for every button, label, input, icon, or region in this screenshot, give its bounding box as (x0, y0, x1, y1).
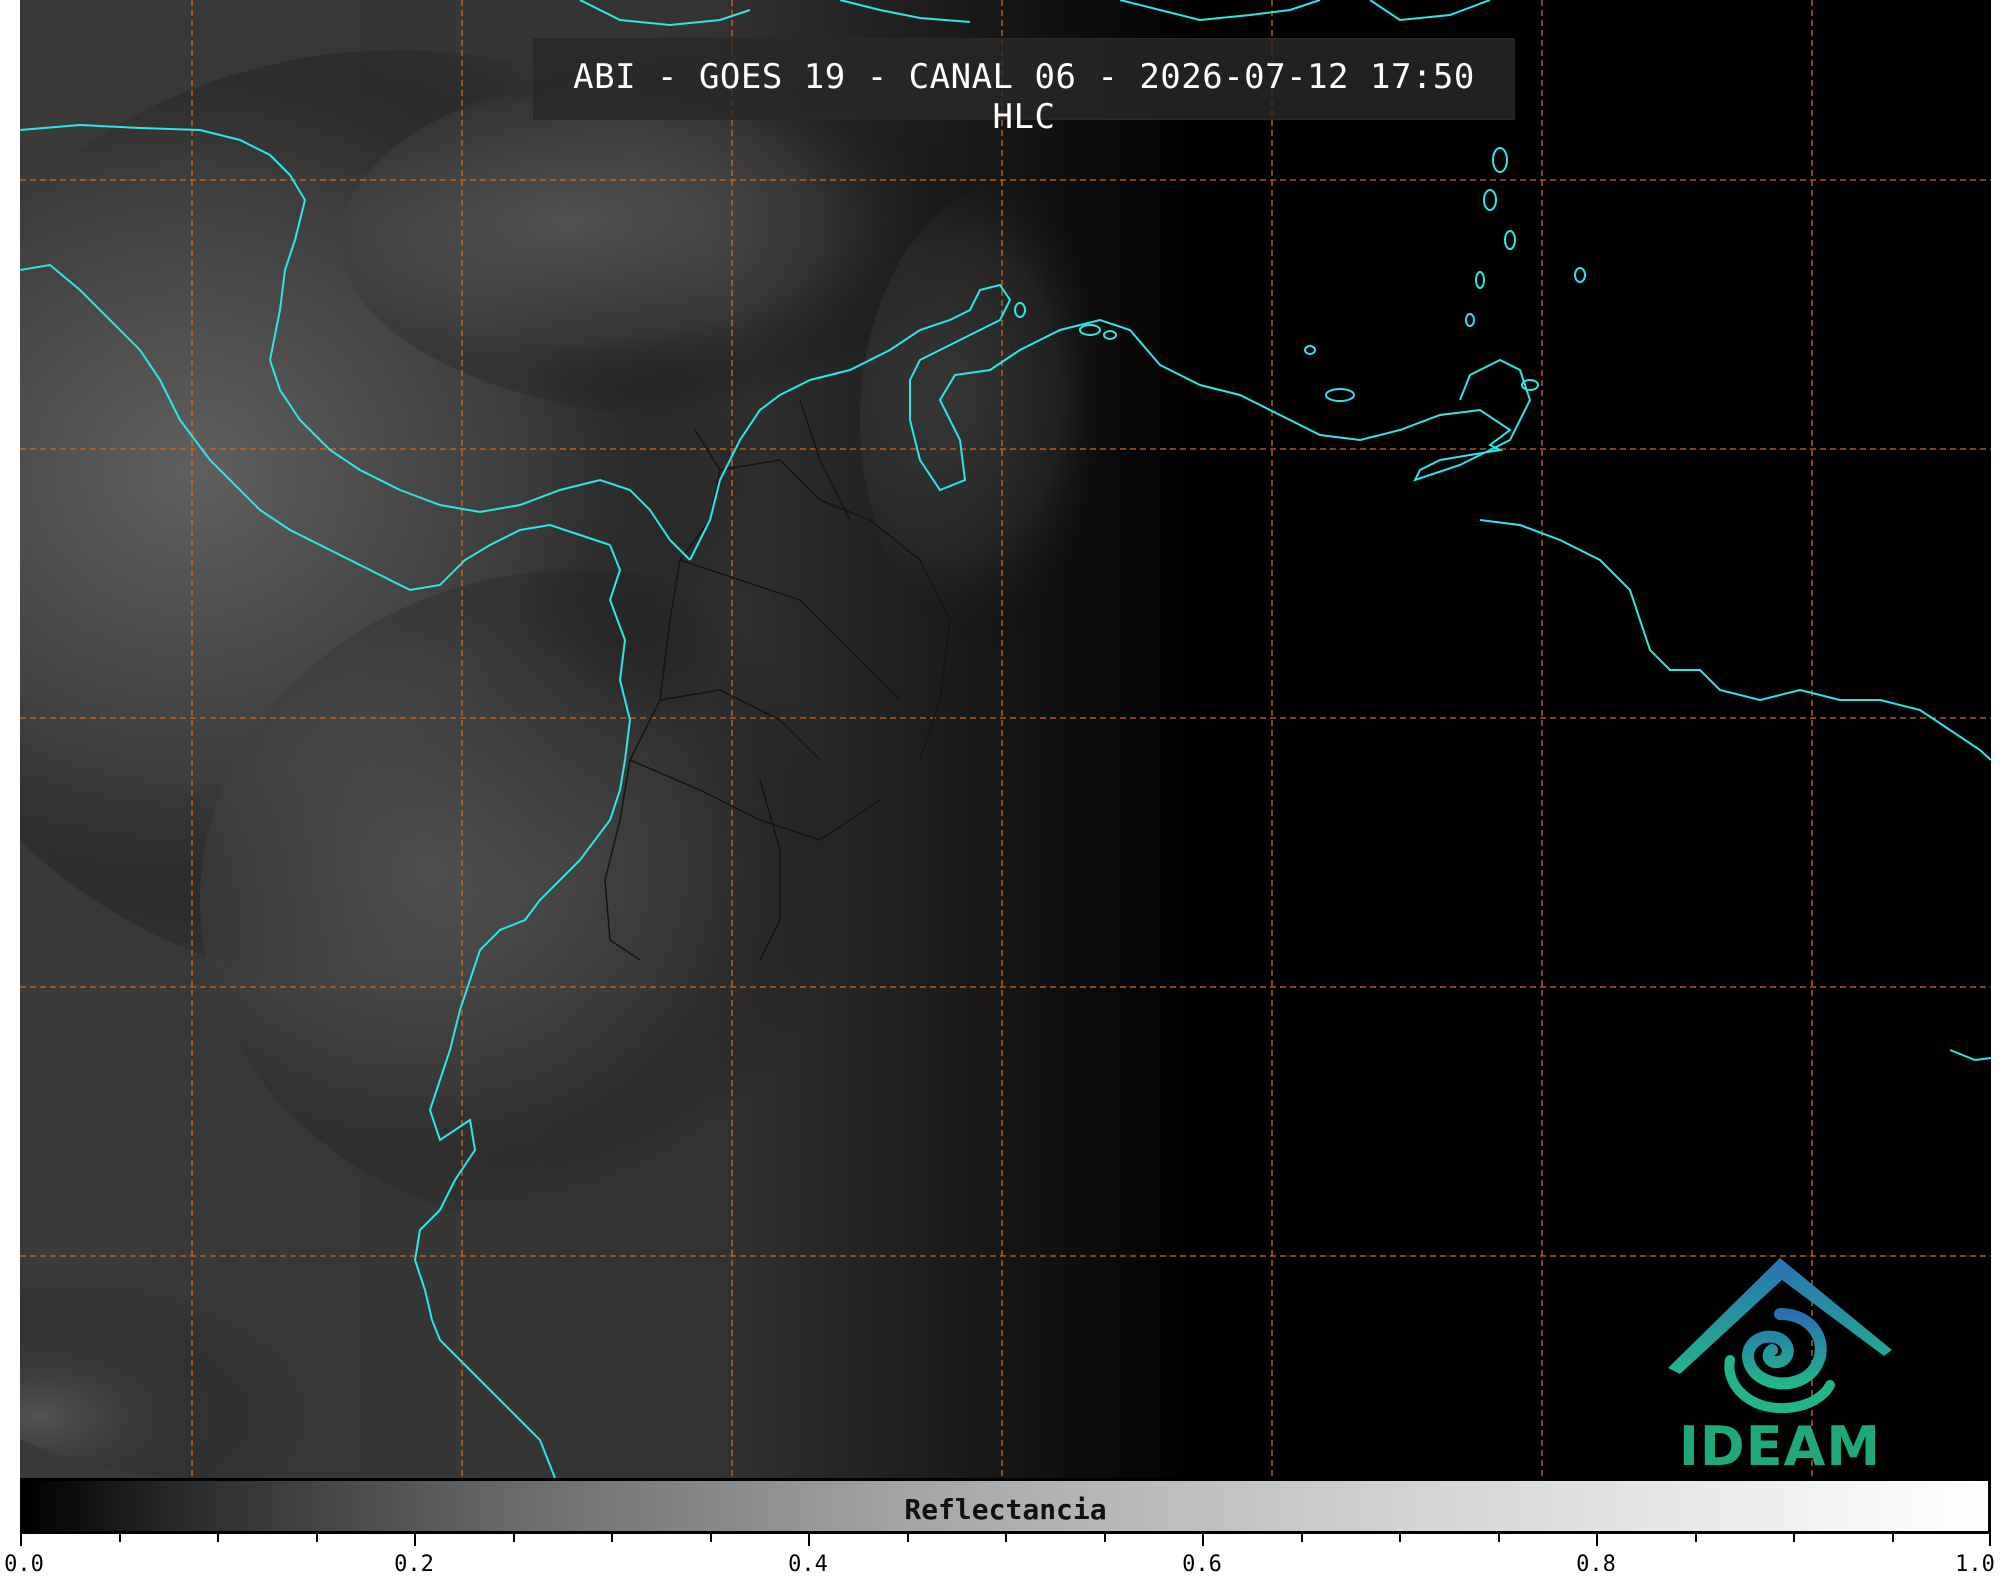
tick-label: 0.8 (1576, 1552, 1616, 1577)
tick-mark (709, 1534, 712, 1542)
tick-mark (1891, 1534, 1894, 1542)
tick-mark (1300, 1534, 1303, 1542)
tick-mark (808, 1534, 810, 1546)
tick-mark (1399, 1534, 1401, 1542)
tick-mark (1596, 1534, 1598, 1546)
tick-mark (906, 1534, 909, 1542)
tick-mark (611, 1534, 613, 1542)
tick-mark (512, 1534, 515, 1542)
title-banner: ABI - GOES 19 - CANAL 06 - 2026-07-12 17… (533, 38, 1515, 137)
tick-mark (1694, 1534, 1697, 1542)
tick-mark (1793, 1534, 1795, 1542)
colorbar-label: Reflectancia (904, 1493, 1107, 1526)
tick-label: 0.6 (1182, 1552, 1222, 1577)
tick-label: 1.0 (1955, 1552, 1995, 1577)
cloud-mass (860, 180, 1180, 660)
tick-mark (315, 1534, 318, 1542)
satellite-map[interactable]: ABI - GOES 19 - CANAL 06 - 2026-07-12 17… (20, 0, 1991, 1478)
tick-mark (1497, 1534, 1500, 1542)
tick-mark (1989, 1534, 1991, 1546)
cloud-mass (200, 570, 960, 1230)
tick-label: 0.0 (4, 1552, 44, 1577)
tick-mark (1202, 1534, 1204, 1546)
ideam-logo: IDEAM (1660, 1250, 1900, 1478)
tick-mark (1005, 1534, 1007, 1542)
tick-mark (414, 1534, 416, 1546)
tick-mark (20, 1534, 22, 1546)
tick-label: 0.4 (788, 1552, 828, 1577)
ideam-logo-text: IDEAM (1678, 1415, 1882, 1478)
tick-mark (1103, 1534, 1106, 1542)
tick-label: 0.2 (394, 1552, 434, 1577)
colorbar-ticks: 0.0 0.2 0.4 0.6 0.8 1.0 (4, 1534, 1995, 1577)
map-title: ABI - GOES 19 - CANAL 06 - 2026-07-12 17… (573, 57, 1475, 137)
colorbar: Reflectancia (20, 1478, 1991, 1534)
ideam-logo-icon (1668, 1258, 1892, 1414)
tick-mark (118, 1534, 121, 1542)
tick-mark (217, 1534, 219, 1542)
